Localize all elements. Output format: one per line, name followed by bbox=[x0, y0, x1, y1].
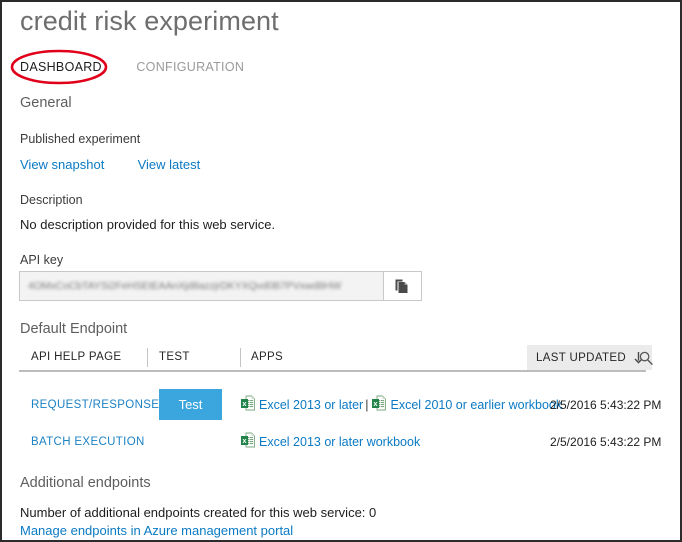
page-title: credit risk experiment bbox=[20, 6, 279, 37]
copy-api-key-button[interactable] bbox=[384, 271, 422, 301]
app-link-excel-2013-workbook[interactable]: Excel 2013 or later workbook bbox=[259, 435, 420, 449]
endpoints-table: API HELP PAGE TEST APPS LAST UPDATED bbox=[19, 345, 664, 459]
column-header-test[interactable]: TEST bbox=[159, 345, 190, 370]
cell-apps: x Excel 2013 or later | bbox=[241, 387, 562, 422]
search-icon bbox=[639, 351, 653, 365]
endpoint-link-batch-execution[interactable]: BATCH EXECUTION bbox=[31, 436, 145, 448]
published-experiment-links: View snapshot View latest bbox=[20, 157, 200, 172]
app-link-excel-2010[interactable]: Excel 2010 or earlier workbook bbox=[390, 398, 562, 412]
excel-icon: x bbox=[372, 395, 386, 414]
view-latest-link[interactable]: View latest bbox=[138, 157, 201, 172]
tab-configuration[interactable]: CONFIGURATION bbox=[136, 60, 244, 74]
app-separator: | bbox=[365, 398, 368, 412]
additional-endpoints-count: Number of additional endpoints created f… bbox=[20, 505, 376, 520]
column-header-api-help-page[interactable]: API HELP PAGE bbox=[31, 345, 121, 370]
column-divider bbox=[147, 348, 148, 367]
copy-icon bbox=[395, 278, 410, 294]
search-button[interactable] bbox=[628, 345, 664, 370]
published-experiment-label: Published experiment bbox=[20, 132, 140, 146]
excel-icon: x bbox=[241, 395, 255, 414]
api-key-row: 4OMxCoCbTAYSi2FeHSEtEAAnXjd8azzjrDKYXQvd… bbox=[19, 271, 422, 301]
cell-api-help-page: BATCH EXECUTION bbox=[31, 424, 145, 459]
table-header-row: API HELP PAGE TEST APPS LAST UPDATED bbox=[19, 345, 664, 370]
section-heading-additional-endpoints: Additional endpoints bbox=[20, 475, 151, 491]
last-updated-timestamp: 2/5/2016 5:43:22 PM bbox=[550, 398, 661, 412]
excel-icon: x bbox=[241, 432, 255, 451]
description-label: Description bbox=[20, 193, 83, 207]
api-key-label: API key bbox=[20, 253, 63, 267]
table-row: REQUEST/RESPONSE Test bbox=[19, 387, 664, 422]
cell-api-help-page: REQUEST/RESPONSE bbox=[31, 387, 159, 422]
dashboard-content: credit risk experiment DASHBOARD CONFIGU… bbox=[2, 2, 680, 540]
section-heading-default-endpoint: Default Endpoint bbox=[20, 321, 127, 337]
app-link-excel-2013[interactable]: Excel 2013 or later bbox=[259, 398, 363, 412]
tab-dashboard[interactable]: DASHBOARD bbox=[20, 60, 102, 74]
column-divider bbox=[240, 348, 241, 367]
page-frame: credit risk experiment DASHBOARD CONFIGU… bbox=[0, 0, 682, 542]
cell-last-updated: 2/5/2016 5:43:22 PM bbox=[550, 424, 661, 459]
endpoint-link-request-response[interactable]: REQUEST/RESPONSE bbox=[31, 399, 159, 411]
manage-endpoints-link[interactable]: Manage endpoints in Azure management por… bbox=[20, 523, 293, 538]
view-snapshot-link[interactable]: View snapshot bbox=[20, 157, 104, 172]
table-row: BATCH EXECUTION x bbox=[19, 424, 664, 459]
description-value: No description provided for this web ser… bbox=[20, 217, 275, 232]
api-key-field[interactable]: 4OMxCoCbTAYSi2FeHSEtEAAnXjd8azzjrDKYXQvd… bbox=[19, 271, 384, 301]
cell-last-updated: 2/5/2016 5:43:22 PM bbox=[550, 387, 661, 422]
table-header-rule bbox=[19, 370, 646, 372]
last-updated-timestamp: 2/5/2016 5:43:22 PM bbox=[550, 435, 661, 449]
tabstrip: DASHBOARD CONFIGURATION bbox=[20, 58, 244, 78]
cell-apps: x Excel 2013 or later workbook bbox=[241, 424, 420, 459]
column-header-apps[interactable]: APPS bbox=[251, 345, 283, 370]
test-button[interactable]: Test bbox=[159, 389, 222, 420]
cell-test: Test bbox=[159, 387, 222, 422]
manage-endpoints-link-wrap: Manage endpoints in Azure management por… bbox=[20, 523, 293, 538]
api-key-value: 4OMxCoCbTAYSi2FeHSEtEAAnXjd8azzjrDKYXQvd… bbox=[28, 280, 341, 292]
column-header-last-updated-label: LAST UPDATED bbox=[536, 352, 626, 364]
section-heading-general: General bbox=[20, 95, 72, 111]
